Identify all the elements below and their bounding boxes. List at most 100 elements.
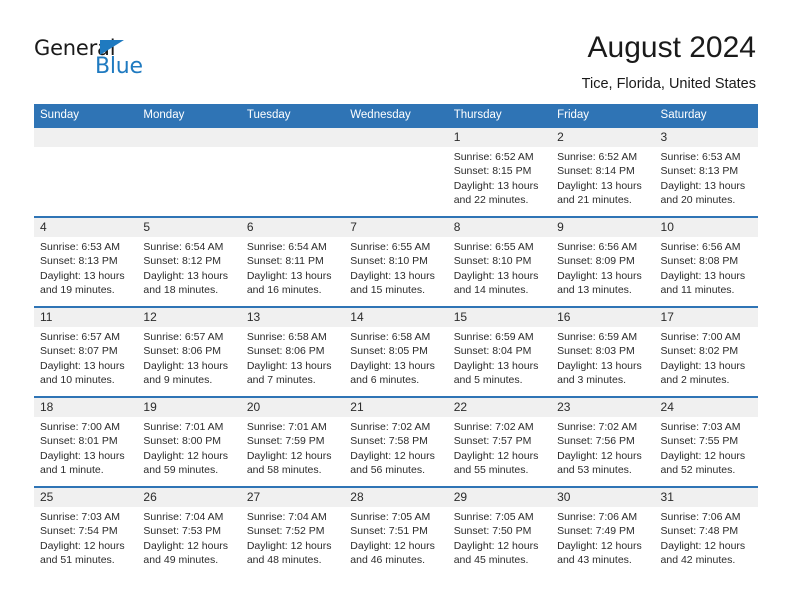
day-number: 7 <box>350 220 357 234</box>
page-header: General Blue August 2024 Tice, Florida, … <box>0 0 792 104</box>
week-daydetail-strip: Sunrise: 6:53 AM Sunset: 8:13 PM Dayligh… <box>34 237 758 306</box>
daylight-text-line1: Daylight: 13 hours <box>557 269 642 282</box>
day-cell[interactable]: Sunrise: 7:01 AM Sunset: 7:59 PM Dayligh… <box>241 417 344 486</box>
day-cell[interactable]: Sunrise: 7:00 AM Sunset: 8:01 PM Dayligh… <box>34 417 137 486</box>
daylight-text-line2: and 48 minutes. <box>246 553 322 566</box>
day-cell[interactable]: Sunrise: 7:01 AM Sunset: 8:00 PM Dayligh… <box>137 417 240 486</box>
day-cell[interactable]: Sunrise: 6:58 AM Sunset: 8:05 PM Dayligh… <box>344 327 447 396</box>
day-cell[interactable] <box>241 147 344 216</box>
day-cell[interactable]: Sunrise: 7:04 AM Sunset: 7:53 PM Dayligh… <box>137 507 240 576</box>
title-block: August 2024 Tice, Florida, United States <box>582 30 756 94</box>
day-number: 10 <box>660 220 674 234</box>
day-cell[interactable]: Sunrise: 6:52 AM Sunset: 8:14 PM Dayligh… <box>551 147 654 216</box>
sunset-text: Sunset: 8:11 PM <box>246 255 324 268</box>
weekday-header-row: Sunday Monday Tuesday Wednesday Thursday… <box>34 104 758 126</box>
sunrise-text: Sunrise: 6:58 AM <box>246 331 327 343</box>
brand-logo[interactable]: General Blue <box>34 38 154 84</box>
sunrise-text: Sunrise: 7:04 AM <box>246 511 327 523</box>
day-cell[interactable]: Sunrise: 6:57 AM Sunset: 8:06 PM Dayligh… <box>137 327 240 396</box>
daylight-text-line2: and 14 minutes. <box>453 283 529 296</box>
weekday-header-friday: Friday <box>557 109 590 121</box>
day-number <box>344 128 447 147</box>
page-title: August 2024 <box>587 31 756 64</box>
weekday-header-saturday: Saturday <box>660 109 707 121</box>
day-cell[interactable]: Sunrise: 7:00 AM Sunset: 8:02 PM Dayligh… <box>655 327 758 396</box>
daylight-text-line2: and 2 minutes. <box>660 373 730 386</box>
weekday-header-thursday: Thursday <box>453 109 502 121</box>
daylight-text-line2: and 42 minutes. <box>660 553 736 566</box>
day-number: 19 <box>143 400 157 414</box>
daylight-text-line2: and 58 minutes. <box>246 463 322 476</box>
sunrise-text: Sunrise: 6:58 AM <box>350 331 431 343</box>
week-daydetail-strip: Sunrise: 6:52 AM Sunset: 8:15 PM Dayligh… <box>34 147 758 216</box>
day-cell[interactable] <box>137 147 240 216</box>
day-number: 17 <box>660 310 674 324</box>
sunrise-text: Sunrise: 6:53 AM <box>40 241 120 253</box>
sunrise-text: Sunrise: 7:02 AM <box>557 421 638 433</box>
day-cell[interactable]: Sunrise: 6:56 AM Sunset: 8:08 PM Dayligh… <box>655 237 758 306</box>
sunrise-text: Sunrise: 6:52 AM <box>453 151 534 163</box>
day-cell[interactable]: Sunrise: 6:59 AM Sunset: 8:03 PM Dayligh… <box>551 327 654 396</box>
daylight-text-line2: and 45 minutes. <box>453 553 529 566</box>
daylight-text-line1: Daylight: 12 hours <box>143 449 229 462</box>
day-cell[interactable]: Sunrise: 7:03 AM Sunset: 7:54 PM Dayligh… <box>34 507 137 576</box>
day-cell[interactable] <box>34 147 137 216</box>
day-cell[interactable]: Sunrise: 7:05 AM Sunset: 7:50 PM Dayligh… <box>448 507 551 576</box>
day-cell[interactable]: Sunrise: 6:58 AM Sunset: 8:06 PM Dayligh… <box>241 327 344 396</box>
day-number: 4 <box>40 220 47 234</box>
daylight-text-line2: and 13 minutes. <box>557 283 632 296</box>
day-cell[interactable]: Sunrise: 6:53 AM Sunset: 8:13 PM Dayligh… <box>655 147 758 216</box>
sunrise-text: Sunrise: 6:54 AM <box>143 241 224 253</box>
day-number: 15 <box>453 310 468 324</box>
daylight-text-line2: and 11 minutes. <box>660 283 735 296</box>
sunrise-text: Sunrise: 7:03 AM <box>660 421 741 433</box>
day-cell[interactable]: Sunrise: 6:53 AM Sunset: 8:13 PM Dayligh… <box>34 237 137 306</box>
day-number: 8 <box>453 220 461 234</box>
daylight-text-line2: and 56 minutes. <box>350 463 425 476</box>
day-cell[interactable]: Sunrise: 6:55 AM Sunset: 8:10 PM Dayligh… <box>344 237 447 306</box>
sunset-text: Sunset: 8:03 PM <box>557 345 635 358</box>
day-number <box>241 128 344 147</box>
day-cell[interactable]: Sunrise: 6:57 AM Sunset: 8:07 PM Dayligh… <box>34 327 137 396</box>
day-cell[interactable] <box>344 147 447 216</box>
day-cell[interactable]: Sunrise: 6:56 AM Sunset: 8:09 PM Dayligh… <box>551 237 654 306</box>
day-number: 16 <box>557 310 571 324</box>
day-cell[interactable]: Sunrise: 6:54 AM Sunset: 8:11 PM Dayligh… <box>241 237 344 306</box>
daylight-text-line1: Daylight: 12 hours <box>453 539 539 552</box>
sunset-text: Sunset: 8:08 PM <box>660 255 739 268</box>
sunset-text: Sunset: 7:51 PM <box>350 525 428 538</box>
day-cell[interactable]: Sunrise: 7:03 AM Sunset: 7:55 PM Dayligh… <box>655 417 758 486</box>
day-number: 13 <box>246 310 261 324</box>
day-cell[interactable]: Sunrise: 7:02 AM Sunset: 7:57 PM Dayligh… <box>448 417 551 486</box>
sunrise-text: Sunrise: 7:05 AM <box>350 511 431 523</box>
daylight-text-line1: Daylight: 13 hours <box>660 179 746 192</box>
day-cell[interactable]: Sunrise: 6:59 AM Sunset: 8:04 PM Dayligh… <box>448 327 551 396</box>
sunset-text: Sunset: 7:50 PM <box>453 525 532 538</box>
sunrise-text: Sunrise: 6:59 AM <box>453 331 534 343</box>
sunset-text: Sunset: 8:10 PM <box>453 255 532 268</box>
day-number: 18 <box>40 400 54 414</box>
day-cell[interactable]: Sunrise: 6:52 AM Sunset: 8:15 PM Dayligh… <box>448 147 551 216</box>
day-cell[interactable]: Sunrise: 7:02 AM Sunset: 7:58 PM Dayligh… <box>344 417 447 486</box>
sunset-text: Sunset: 7:53 PM <box>143 525 222 538</box>
sunrise-text: Sunrise: 7:03 AM <box>40 511 120 523</box>
daylight-text-line2: and 43 minutes. <box>557 553 632 566</box>
daylight-text-line2: and 51 minutes. <box>40 553 115 566</box>
sunset-text: Sunset: 8:15 PM <box>453 165 532 178</box>
day-cell[interactable]: Sunrise: 6:54 AM Sunset: 8:12 PM Dayligh… <box>137 237 240 306</box>
day-cell[interactable]: Sunrise: 7:04 AM Sunset: 7:52 PM Dayligh… <box>241 507 344 576</box>
day-cell[interactable]: Sunrise: 7:02 AM Sunset: 7:56 PM Dayligh… <box>551 417 654 486</box>
daylight-text-line1: Daylight: 13 hours <box>40 269 125 282</box>
week-daynumber-strip: 25 26 27 28 29 30 31 <box>34 488 758 507</box>
day-number: 28 <box>350 490 364 504</box>
daylight-text-line2: and 3 minutes. <box>557 373 626 386</box>
day-cell[interactable]: Sunrise: 7:05 AM Sunset: 7:51 PM Dayligh… <box>344 507 447 576</box>
sunset-text: Sunset: 8:14 PM <box>557 165 635 178</box>
day-cell[interactable]: Sunrise: 7:06 AM Sunset: 7:49 PM Dayligh… <box>551 507 654 576</box>
weekday-header-monday: Monday <box>143 109 185 121</box>
day-number: 3 <box>660 130 668 144</box>
day-cell[interactable]: Sunrise: 6:55 AM Sunset: 8:10 PM Dayligh… <box>448 237 551 306</box>
day-cell[interactable]: Sunrise: 7:06 AM Sunset: 7:48 PM Dayligh… <box>655 507 758 576</box>
daylight-text-line2: and 5 minutes. <box>453 373 523 386</box>
week-daydetail-strip: Sunrise: 7:00 AM Sunset: 8:01 PM Dayligh… <box>34 417 758 486</box>
